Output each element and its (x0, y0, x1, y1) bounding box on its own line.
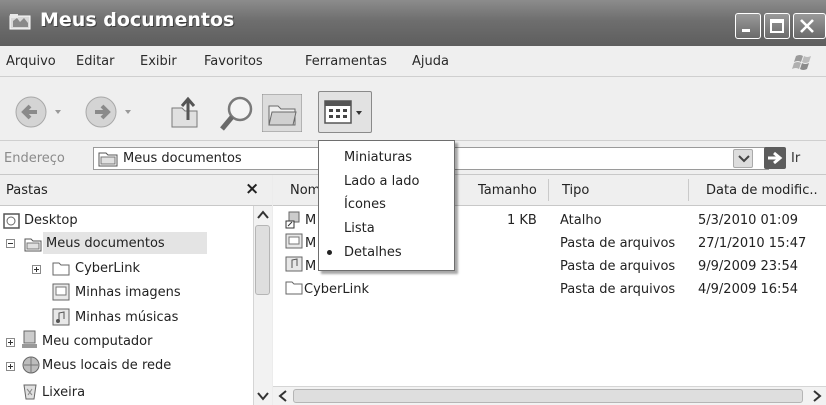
tree-item-lixeira[interactable]: Lixeira (42, 385, 85, 400)
menu-item-icones[interactable]: Ícones (344, 197, 386, 212)
forward-icon (85, 96, 117, 128)
menu-arquivo[interactable]: Arquivo (6, 54, 56, 69)
tree-item-cyberlink[interactable]: CyberLink (75, 261, 140, 276)
scroll-right-icon[interactable] (811, 389, 823, 403)
file-size-cell: 1 KB (507, 213, 537, 228)
folders-pane-header: Pastas × (0, 175, 272, 206)
folders-button[interactable] (262, 94, 302, 132)
shortcut-icon (285, 211, 300, 229)
tree-item-desktop[interactable]: Desktop (24, 213, 78, 228)
tree-item-minhas-musicas[interactable]: Minhas músicas (75, 310, 178, 325)
folder-icon (98, 152, 118, 167)
menu-favoritos[interactable]: Favoritos (204, 54, 263, 69)
network-icon (22, 356, 40, 374)
music-folder-icon (52, 308, 70, 326)
forward-button[interactable] (85, 94, 155, 130)
menu-exibir[interactable]: Exibir (140, 54, 177, 69)
menu-bar: Arquivo Editar Exibir Favoritos Ferramen… (0, 46, 826, 77)
up-folder-icon (171, 96, 198, 128)
go-button[interactable] (764, 147, 786, 169)
scroll-down-icon[interactable] (256, 390, 270, 402)
views-icon (324, 100, 362, 124)
search-icon (220, 96, 253, 131)
back-icon (15, 96, 47, 128)
maximize-icon (770, 19, 784, 33)
close-icon (800, 19, 814, 33)
expand-toggle[interactable] (32, 265, 41, 274)
file-name-cell[interactable]: CyberLink (304, 282, 369, 297)
address-dropdown[interactable] (733, 149, 753, 168)
folder-icon (285, 281, 303, 295)
file-type-cell: Pasta de arquivos (560, 236, 676, 251)
folder-icon (24, 238, 42, 252)
close-pane-icon[interactable]: × (245, 179, 259, 199)
tree-item-meus-documentos[interactable]: Meus documentos (46, 236, 165, 251)
computer-icon (22, 330, 37, 348)
tree-item-meu-computador[interactable]: Meu computador (42, 334, 152, 349)
views-menu: Miniaturas Lado a lado Ícones Lista Deta… (318, 140, 455, 271)
file-name-cell[interactable]: M (305, 236, 316, 251)
minimize-button[interactable] (735, 13, 761, 39)
go-arrow-icon (768, 151, 783, 165)
file-date-cell: 4/9/2009 16:54 (698, 282, 798, 297)
column-type[interactable]: Tipo (562, 183, 589, 198)
maximize-button[interactable] (764, 13, 790, 39)
close-button[interactable] (793, 13, 826, 39)
folder-icon (52, 262, 70, 276)
explorer-window: Meus documentos Arquivo Editar Exibir Fa… (0, 0, 826, 405)
menu-ferramentas[interactable]: Ferramentas (305, 54, 387, 69)
windows-flag-icon (792, 55, 811, 70)
scroll-left-icon[interactable] (277, 389, 289, 403)
pictures-folder-icon (285, 233, 303, 249)
music-folder-icon (285, 256, 303, 272)
tree-item-meus-locais-de-rede[interactable]: Meus locais de rede (42, 358, 171, 373)
menu-editar[interactable]: Editar (76, 54, 115, 69)
file-type-cell: Pasta de arquivos (560, 282, 676, 297)
expand-toggle[interactable] (6, 362, 15, 371)
column-name[interactable]: Nom (290, 183, 320, 198)
address-label: Endereço (4, 151, 65, 166)
folder-tree-scroll-thumb[interactable] (255, 225, 270, 295)
folders-icon (268, 105, 297, 126)
collapse-toggle[interactable] (6, 239, 15, 248)
file-name-cell[interactable]: M (305, 213, 316, 228)
file-date-cell: 27/1/2010 15:47 (698, 236, 807, 251)
file-date-cell: 9/9/2009 23:54 (698, 259, 798, 274)
file-type-cell: Pasta de arquivos (560, 259, 676, 274)
menu-item-lista[interactable]: Lista (344, 221, 375, 236)
pictures-folder-icon (52, 283, 70, 301)
folders-pane-title: Pastas (6, 183, 48, 198)
chevron-down-icon (738, 155, 750, 163)
go-label[interactable]: Ir (791, 151, 800, 166)
menu-item-lado-a-lado[interactable]: Lado a lado (344, 174, 419, 189)
file-type-cell: Atalho (560, 213, 602, 228)
up-folder-button[interactable] (168, 94, 202, 132)
file-list-scroll-thumb[interactable] (293, 389, 803, 403)
address-value: Meus documentos (123, 151, 242, 166)
column-size[interactable]: Tamanho (478, 183, 537, 198)
file-date-cell: 5/3/2010 01:09 (698, 213, 798, 228)
search-button[interactable] (218, 94, 258, 134)
file-name-cell[interactable]: M (305, 259, 316, 274)
minimize-icon (742, 29, 750, 32)
folder-window-icon (9, 14, 31, 30)
tree-item-minhas-imagens[interactable]: Minhas imagens (75, 285, 181, 300)
scroll-up-icon[interactable] (256, 209, 270, 221)
menu-item-detalhes[interactable]: Detalhes (344, 245, 402, 260)
menu-item-miniaturas[interactable]: Miniaturas (344, 150, 412, 165)
window-title: Meus documentos (40, 9, 235, 31)
column-date[interactable]: Data de modific.. (706, 183, 818, 198)
recycle-bin-icon (23, 384, 37, 400)
desktop-icon (3, 213, 20, 229)
menu-ajuda[interactable]: Ajuda (412, 54, 449, 69)
views-button[interactable] (318, 91, 372, 133)
expand-toggle[interactable] (6, 338, 15, 347)
title-bar[interactable]: Meus documentos (0, 0, 826, 46)
selected-bullet-icon (327, 250, 332, 255)
